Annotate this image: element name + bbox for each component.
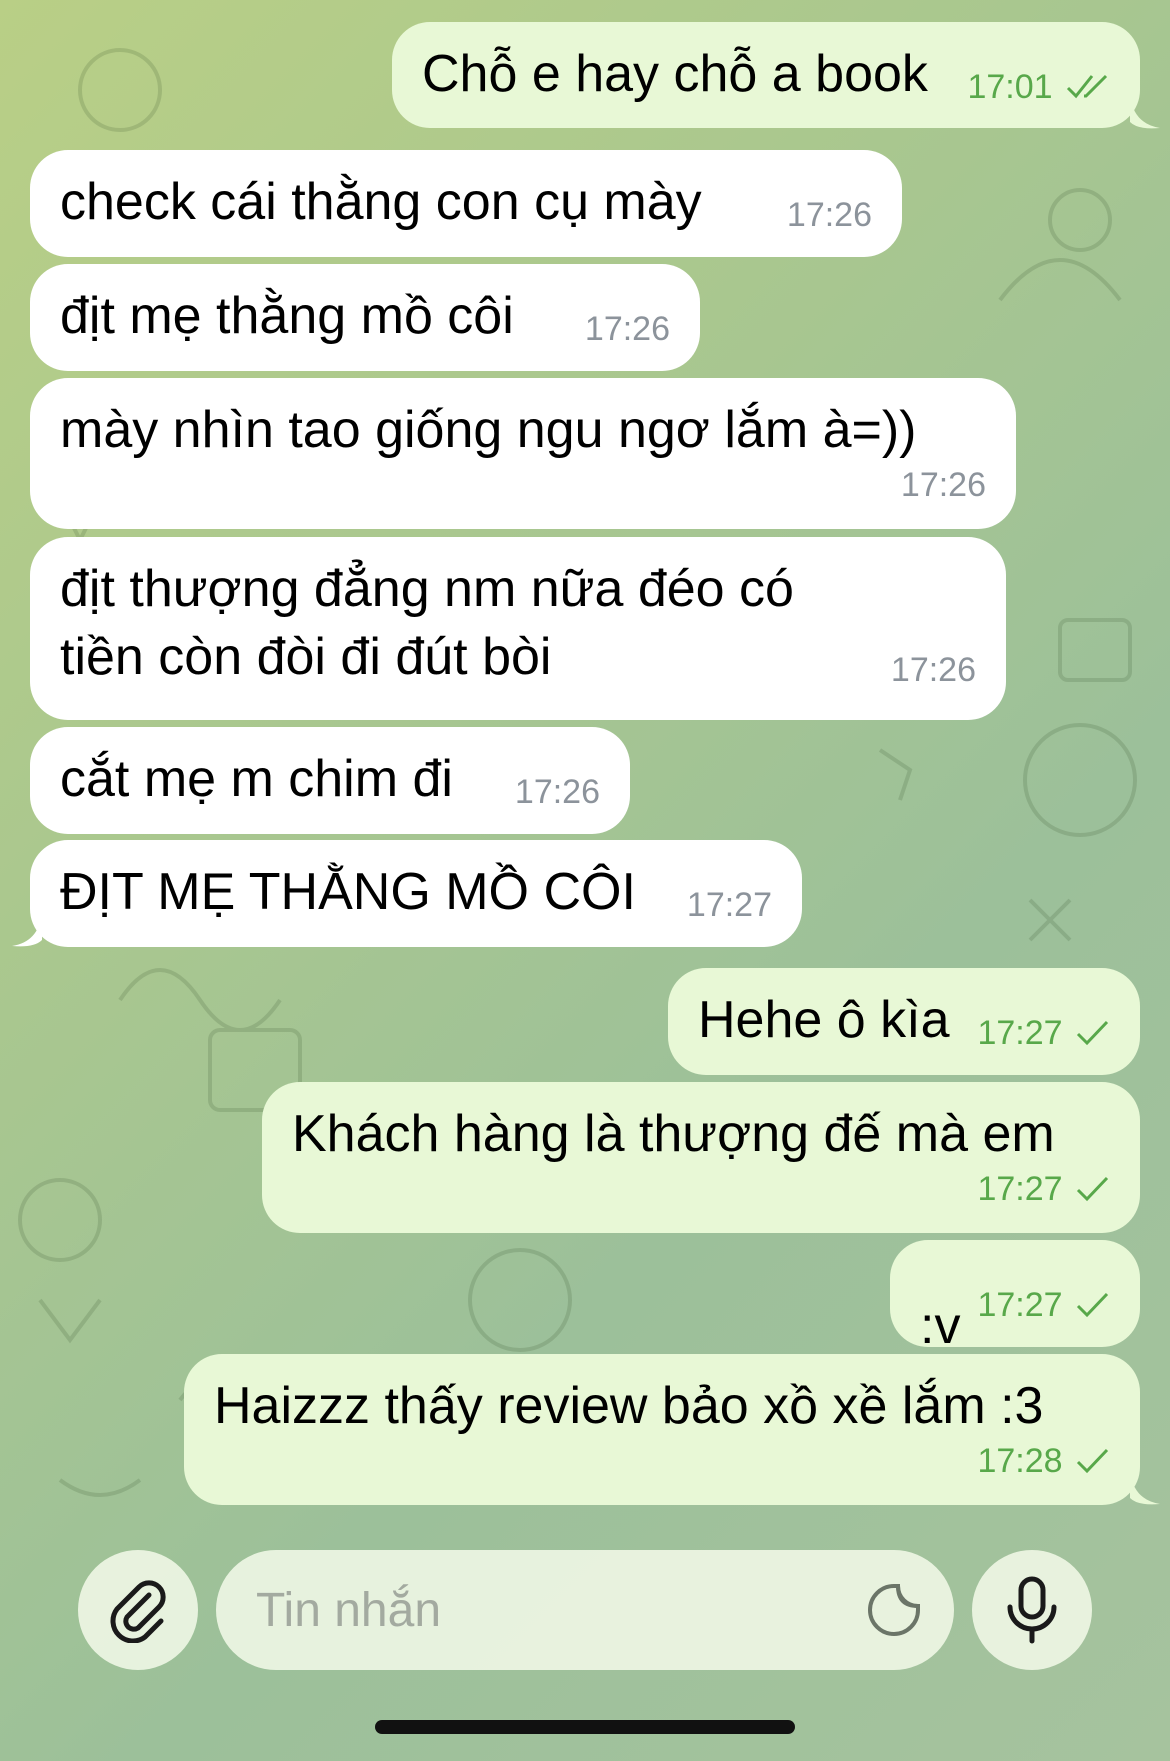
message-bubble-outgoing[interactable]: 17:01 Chỗ e hay chỗ a book xyxy=(392,22,1140,128)
sticker-icon[interactable] xyxy=(864,1580,924,1640)
message-time: 17:26 xyxy=(786,196,872,234)
message-bubble-incoming[interactable]: 17:26 địt mẹ thằng mồ côi xyxy=(30,264,700,371)
message-text: mày nhìn tao giống ngu ngơ lắm à=)) xyxy=(60,401,917,459)
message-time: 17:26 xyxy=(890,651,976,689)
check-icon xyxy=(1076,1020,1109,1046)
message-text: check cái thằng con cụ mày xyxy=(60,173,702,231)
message-text: :v xyxy=(920,1297,961,1355)
message-text: Chỗ e hay chỗ a book xyxy=(422,45,928,103)
message-input[interactable] xyxy=(254,1581,778,1639)
message-bubble-incoming[interactable]: mày nhìn tao giống ngu ngơ lắm à=)) 17:2… xyxy=(30,378,1016,529)
message-time: 17:01 xyxy=(967,68,1053,106)
message-meta: 17:26 xyxy=(585,312,670,346)
message-list[interactable]: 17:01 Chỗ e hay chỗ a book 17:26 check c… xyxy=(0,0,1170,1761)
message-meta: 17:26 xyxy=(78,468,986,502)
bubble-tail xyxy=(12,914,42,947)
message-time: 17:27 xyxy=(977,1170,1063,1208)
message-bubble-outgoing[interactable]: 17:27 :v xyxy=(890,1240,1140,1355)
message-time: 17:28 xyxy=(977,1442,1063,1480)
microphone-icon xyxy=(1007,1576,1057,1644)
message-text: Haizzz thấy review bảo xồ xề lắm :3 xyxy=(214,1377,1044,1435)
message-meta: 17:01 xyxy=(967,70,1110,104)
message-bubble-incoming[interactable]: 17:26 cắt mẹ m chim đi xyxy=(30,727,630,834)
message-meta: 17:28 xyxy=(232,1444,1110,1478)
message-time: 17:26 xyxy=(514,773,600,811)
message-time: 17:27 xyxy=(686,886,772,924)
message-meta: 17:27 xyxy=(687,888,772,922)
message-time: 17:27 xyxy=(977,1014,1063,1052)
message-time: 17:26 xyxy=(584,310,670,348)
bubble-tail xyxy=(1130,1472,1160,1505)
check-icon xyxy=(1076,1448,1109,1474)
attach-button[interactable] xyxy=(78,1550,198,1670)
message-meta: 17:26 xyxy=(891,653,976,687)
message-meta: 17:27 xyxy=(310,1172,1110,1206)
message-text: Hehe ô kìa xyxy=(698,991,950,1049)
message-time: 17:26 xyxy=(900,466,986,504)
message-composer xyxy=(0,1550,1170,1761)
message-text: địt thượng đẳng nm nữa đéo có tiền còn đ… xyxy=(60,560,809,686)
message-bubble-outgoing[interactable]: Haizzz thấy review bảo xồ xề lắm :3 17:2… xyxy=(184,1354,1140,1505)
message-meta: 17:26 xyxy=(515,775,600,809)
double-check-icon xyxy=(1066,74,1108,99)
microphone-button[interactable] xyxy=(972,1550,1092,1670)
home-indicator xyxy=(375,1720,795,1734)
message-bubble-incoming[interactable]: 17:26 địt thượng đẳng nm nữa đéo có tiền… xyxy=(30,537,1006,720)
message-bubble-outgoing[interactable]: Khách hàng là thượng đế mà em 17:27 xyxy=(262,1082,1140,1233)
message-text: ĐỊT MẸ THẰNG MỒ CÔI xyxy=(60,863,636,921)
message-text: cắt mẹ m chim đi xyxy=(60,750,453,808)
message-time: 17:27 xyxy=(977,1286,1063,1324)
message-bubble-incoming[interactable]: 17:27 ĐỊT MẸ THẰNG MỒ CÔI xyxy=(30,840,802,947)
message-meta: 17:27 xyxy=(977,1288,1110,1322)
message-meta: 17:27 xyxy=(977,1016,1110,1050)
message-meta: 17:26 xyxy=(787,198,872,232)
paperclip-icon xyxy=(110,1580,166,1643)
check-icon xyxy=(1076,1176,1109,1202)
check-icon xyxy=(1076,1292,1109,1318)
bubble-tail xyxy=(1130,96,1160,129)
message-text: địt mẹ thằng mồ côi xyxy=(60,287,514,345)
message-bubble-outgoing[interactable]: 17:27 Hehe ô kìa xyxy=(668,968,1140,1075)
message-text: Khách hàng là thượng đế mà em xyxy=(292,1105,1055,1163)
message-bubble-incoming[interactable]: 17:26 check cái thằng con cụ mày xyxy=(30,150,902,257)
message-input-container[interactable] xyxy=(216,1550,954,1670)
